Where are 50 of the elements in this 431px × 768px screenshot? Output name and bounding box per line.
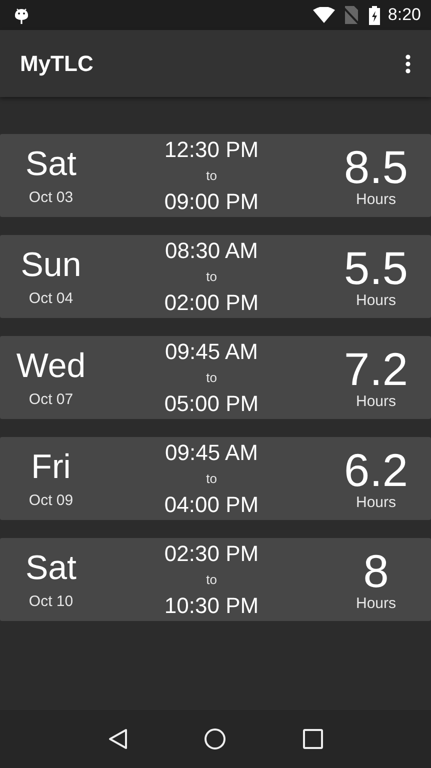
date-label: Oct 10 [28,593,74,610]
hours-value: 7.2 [344,345,408,393]
day-label: Sun [20,246,82,284]
day-label: Wed [16,347,86,385]
end-time: 02:00 PM [164,290,259,314]
hours-value: 6.2 [344,446,408,494]
hours-unit: Hours [356,595,396,612]
hours-unit: Hours [356,191,396,208]
to-label: to [206,368,217,386]
end-time: 10:30 PM [164,594,259,618]
recents-icon [302,729,323,749]
to-label: to [206,166,217,184]
overflow-menu-icon [405,54,411,74]
date-label: Oct 04 [28,290,74,307]
shift-card[interactable]: Sat Oct 10 02:30 PM to 10:30 PM 8 Hours [0,538,431,621]
hours-unit: Hours [356,292,396,309]
day-label: Sat [25,145,77,183]
start-time: 09:45 AM [165,340,258,364]
no-sim-icon [342,6,359,24]
end-time: 09:00 PM [164,190,259,214]
day-label: Sat [25,549,77,587]
start-time: 12:30 PM [164,138,259,162]
to-label: to [206,570,217,588]
day-label: Fri [31,448,71,486]
end-time: 04:00 PM [164,492,259,516]
app-title: MyTLC [20,50,94,76]
shift-card[interactable]: Sat Oct 03 12:30 PM to 09:00 PM 8.5 Hours [0,134,431,217]
shift-card[interactable]: Fri Oct 09 09:45 AM to 04:00 PM 6.2 Hours [0,437,431,520]
end-time: 05:00 PM [164,392,259,416]
date-label: Oct 03 [28,189,74,206]
date-label: Oct 07 [28,391,74,408]
start-time: 08:30 AM [165,238,258,262]
shift-card[interactable]: Sun Oct 04 08:30 AM to 02:00 PM 5.5 Hours [0,235,431,318]
to-label: to [206,268,217,286]
start-time: 02:30 PM [164,542,259,566]
hours-value: 5.5 [344,244,408,292]
back-icon [108,728,128,750]
android-icon [14,6,29,24]
hours-unit: Hours [356,393,396,410]
status-time: 8:20 [388,5,421,25]
battery-charging-icon [368,6,380,24]
wifi-icon [312,7,335,23]
hours-unit: Hours [356,494,396,511]
to-label: to [206,470,217,488]
start-time: 09:45 AM [165,440,258,464]
shift-card[interactable]: Wed Oct 07 09:45 AM to 05:00 PM 7.2 Hours [0,336,431,419]
hours-value: 8.5 [344,143,408,191]
date-label: Oct 09 [28,492,74,509]
home-icon [204,728,226,750]
hours-value: 8 [363,547,389,595]
